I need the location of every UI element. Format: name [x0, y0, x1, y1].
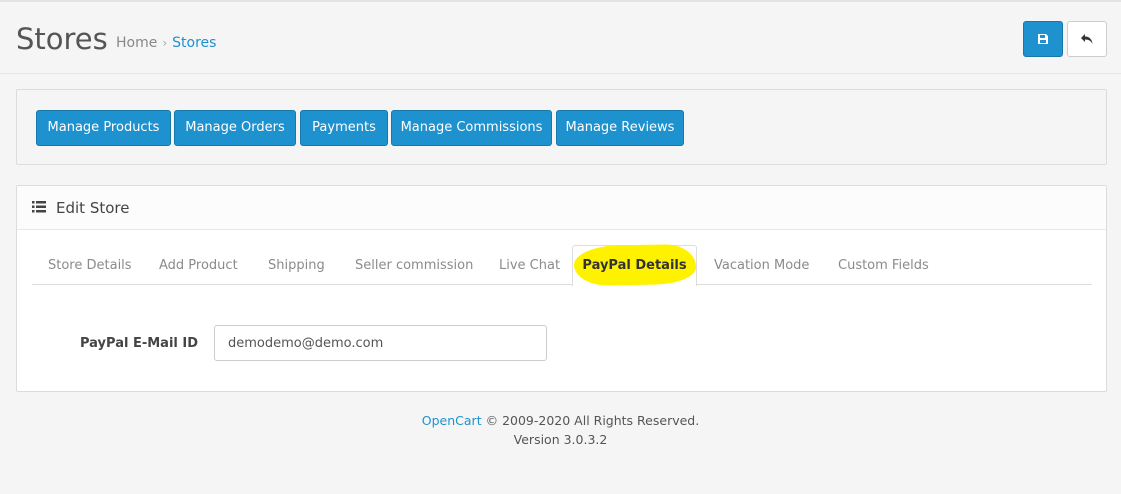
tab-add-product[interactable]: Add Product — [159, 258, 238, 273]
payments-button[interactable]: Payments — [300, 110, 388, 146]
panel-title: Edit Store — [56, 199, 130, 217]
footer-copyright-line: OpenCart © 2009-2020 All Rights Reserved… — [0, 411, 1121, 430]
floppy-disk-icon — [1038, 34, 1048, 44]
manage-products-button[interactable]: Manage Products — [36, 110, 171, 146]
back-button[interactable] — [1067, 21, 1107, 57]
breadcrumb-stores[interactable]: Stores — [172, 35, 216, 51]
edit-store-panel: Edit Store Store Details Add Product Shi… — [16, 185, 1107, 392]
page-title: Stores — [16, 22, 108, 56]
breadcrumb-home[interactable]: Home — [116, 35, 157, 51]
footer: OpenCart © 2009-2020 All Rights Reserved… — [0, 411, 1121, 449]
save-button[interactable] — [1023, 21, 1063, 57]
breadcrumb-separator: › — [162, 36, 168, 50]
manage-reviews-button[interactable]: Manage Reviews — [556, 110, 684, 146]
breadcrumb: Home › Stores — [116, 35, 216, 51]
reply-arrow-icon — [1081, 34, 1093, 44]
copyright-text: © 2009-2020 All Rights Reserved. — [485, 413, 700, 428]
store-actions-panel: Manage Products Manage Orders Payments M… — [16, 89, 1107, 165]
page-header: Stores Home › Stores — [0, 2, 1121, 74]
list-icon — [32, 201, 46, 213]
opencart-link[interactable]: OpenCart — [422, 413, 482, 428]
tab-paypal-details[interactable]: PayPal Details — [572, 258, 697, 273]
tab-store-details[interactable]: Store Details — [48, 258, 132, 273]
panel-heading: Edit Store — [17, 186, 1106, 230]
tab-seller-commission[interactable]: Seller commission — [355, 258, 473, 273]
tab-shipping[interactable]: Shipping — [268, 258, 325, 273]
tabs-divider — [32, 284, 1092, 285]
paypal-email-label: PayPal E-Mail ID — [80, 336, 199, 351]
tab-custom-fields[interactable]: Custom Fields — [838, 258, 929, 273]
manage-commissions-button[interactable]: Manage Commissions — [391, 110, 552, 146]
paypal-email-input[interactable] — [214, 325, 547, 361]
manage-orders-button[interactable]: Manage Orders — [174, 110, 296, 146]
tab-vacation-mode[interactable]: Vacation Mode — [714, 258, 809, 273]
version-text: Version 3.0.3.2 — [513, 432, 608, 447]
tab-live-chat[interactable]: Live Chat — [499, 258, 560, 273]
